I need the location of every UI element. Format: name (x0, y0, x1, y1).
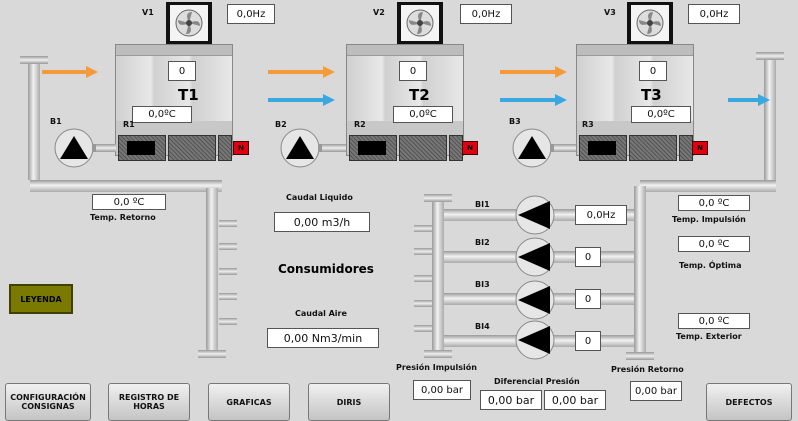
grille (399, 135, 447, 161)
fan-icon (636, 9, 664, 37)
pump-connector (96, 144, 116, 152)
diferencial-presion-value-1: 0,00 bar (480, 390, 542, 410)
cold-flow-arrow (268, 94, 335, 106)
bi-value: 0 (575, 289, 601, 309)
leyenda-button[interactable]: LEYENDA (9, 284, 73, 314)
caudal-aire-label: Caudal Aire (295, 309, 347, 318)
defectos-button[interactable]: DEFECTOS (706, 383, 792, 421)
grille-label: R1 (123, 120, 135, 129)
tower-temperature: 0,0ºC (631, 106, 691, 123)
bi-value: 0 (575, 331, 601, 351)
hot-flow-arrow (268, 66, 335, 78)
temp-exterior-value: 0,0 ºC (678, 313, 750, 329)
pump-bi3-icon[interactable] (510, 280, 560, 320)
diferencial-presion-value-2: 0,00 bar (544, 390, 606, 410)
status-indicator[interactable]: N (462, 141, 478, 155)
fan-label: V3 (604, 8, 616, 17)
tower-count: 0 (639, 61, 667, 81)
bi-label: BI1 (475, 200, 490, 209)
fan-v1[interactable] (166, 2, 212, 44)
fan-v3[interactable] (627, 2, 673, 44)
fan-icon (175, 9, 203, 37)
grille (168, 135, 216, 161)
fan-frequency: 0,0Hz (227, 4, 275, 24)
fan-label: V1 (142, 8, 154, 17)
bi-label: BI3 (475, 280, 490, 289)
caudal-liquido-label: Caudal Liquido (286, 193, 353, 202)
presion-retorno-value: 0,00 bar (630, 381, 682, 401)
hot-flow-arrow (500, 66, 567, 78)
cold-flow-arrow (500, 94, 567, 106)
pump-bi2-icon[interactable] (510, 237, 560, 277)
cooling-tower-t2[interactable]: 0 T2 0,0ºC (346, 44, 464, 161)
fan-label: V2 (373, 8, 385, 17)
pump-label: B1 (50, 117, 62, 126)
caudal-liquido-value: 0,00 m3/h (274, 212, 370, 232)
configuracion-consignas-button[interactable]: CONFIGURACIÓN CONSIGNAS (5, 383, 91, 421)
tower-temperature: 0,0ºC (132, 106, 192, 123)
pump-b1-icon[interactable] (52, 128, 96, 168)
cold-flow-arrow (728, 94, 770, 106)
grille (349, 135, 397, 161)
fan-v2[interactable] (397, 2, 443, 44)
caudal-aire-value: 0,00 Nm3/min (267, 328, 379, 348)
grille (579, 135, 627, 161)
graficas-button[interactable]: GRAFICAS (208, 383, 290, 421)
consumidores-title: Consumidores (278, 262, 374, 276)
grille (679, 135, 693, 161)
tower-name: T1 (178, 86, 199, 104)
temp-optima-value: 0,0 ºC (678, 236, 750, 252)
grille-label: R2 (354, 120, 366, 129)
diris-button[interactable]: DIRIS (308, 383, 390, 421)
grille (218, 135, 232, 161)
pump-connector (554, 144, 576, 152)
pump-b3-icon[interactable] (510, 128, 554, 168)
pump-label: B3 (509, 117, 521, 126)
tower-temperature: 0,0ºC (393, 106, 453, 123)
bi-label: BI2 (475, 238, 490, 247)
fan-icon (406, 9, 434, 37)
temp-retorno-label: Temp. Retorno (90, 213, 156, 222)
fan-frequency: 0,0Hz (688, 4, 740, 24)
tower-count: 0 (168, 61, 196, 81)
pump-connector (322, 144, 346, 152)
tower-count: 0 (399, 61, 427, 81)
registro-horas-button[interactable]: REGISTRO DE HORAS (108, 383, 190, 421)
pump-bi1-icon[interactable] (510, 195, 560, 235)
temp-exterior-label: Temp. Exterior (676, 332, 742, 341)
temp-impulsion-label: Temp. Impulsión (672, 215, 746, 224)
fan-frequency: 0,0Hz (460, 4, 512, 24)
status-indicator[interactable]: N (692, 141, 708, 155)
presion-impulsion-value: 0,00 bar (413, 380, 471, 400)
status-indicator[interactable]: N (233, 141, 249, 155)
temp-impulsion-value: 0,0 ºC (678, 195, 750, 211)
pump-b2-icon[interactable] (278, 128, 322, 168)
grille (118, 135, 166, 161)
tower-name: T3 (641, 86, 662, 104)
temp-retorno-value: 0,0 ºC (92, 194, 166, 210)
presion-impulsion-label: Presión Impulsión (396, 363, 477, 372)
diferencial-presion-label: Diferencial Presión (494, 377, 580, 386)
temp-optima-label: Temp. Óptima (679, 261, 742, 270)
pump-bi4-icon[interactable] (510, 320, 560, 360)
cooling-tower-t1[interactable]: 0 T1 0,0ºC (115, 44, 233, 161)
bi-label: BI4 (475, 322, 490, 331)
grille-label: R3 (582, 120, 594, 129)
bi-value: 0,0Hz (575, 205, 627, 225)
hot-flow-arrow (42, 66, 98, 78)
grille (629, 135, 677, 161)
presion-retorno-label: Presión Retorno (611, 365, 684, 374)
cooling-tower-t3[interactable]: 0 T3 0,0ºC (576, 44, 694, 161)
grille (449, 135, 463, 161)
bi-value: 0 (575, 247, 601, 267)
tower-name: T2 (409, 86, 430, 104)
